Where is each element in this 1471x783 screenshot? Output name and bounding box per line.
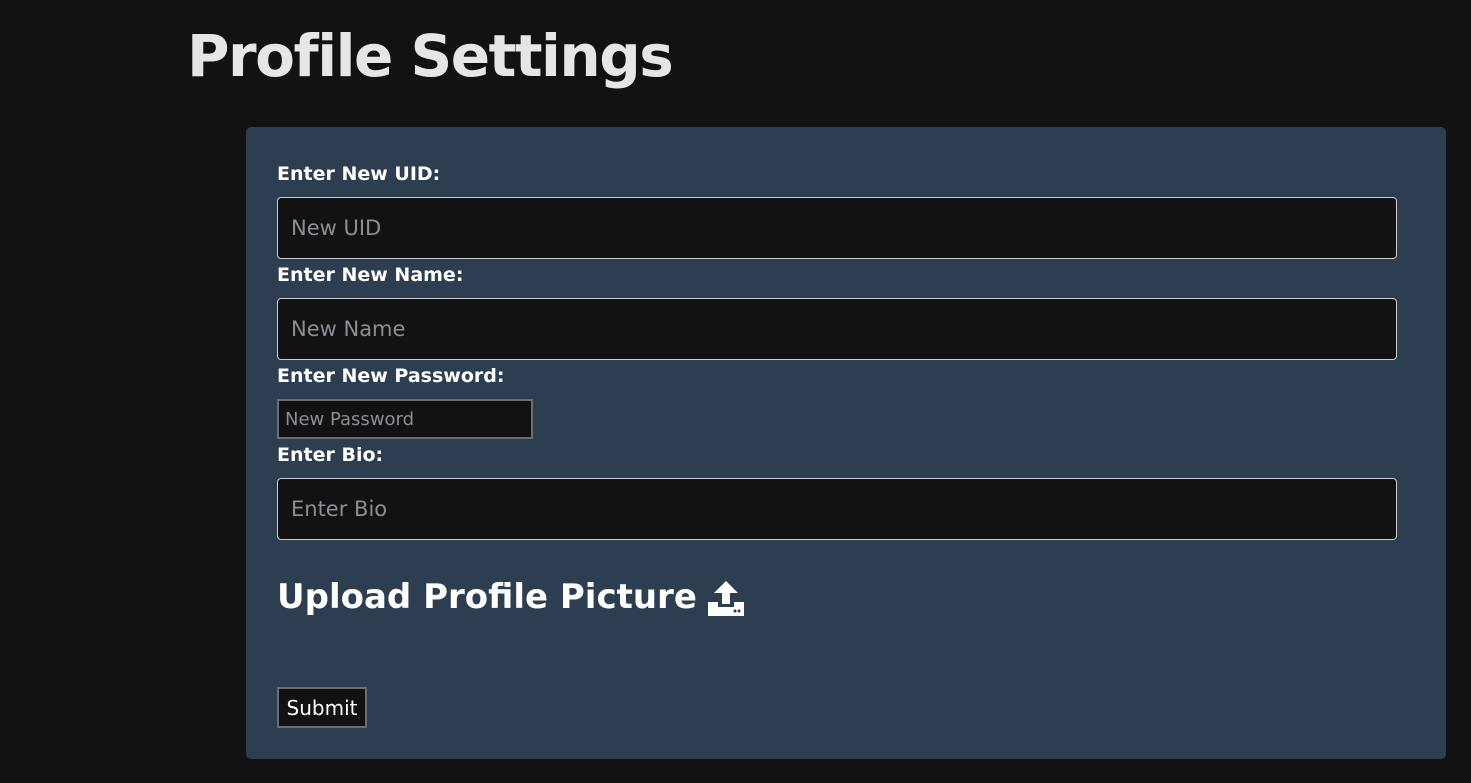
uid-input[interactable] xyxy=(277,197,1397,259)
profile-settings-form: Enter New UID: Enter New Name: Enter New… xyxy=(246,127,1446,759)
upload-profile-picture-button[interactable]: Upload Profile Picture xyxy=(277,577,745,618)
upload-label: Upload Profile Picture xyxy=(277,577,697,618)
name-label: Enter New Name: xyxy=(277,264,464,286)
bio-input[interactable] xyxy=(277,478,1397,540)
password-label: Enter New Password: xyxy=(277,365,505,387)
upload-icon xyxy=(707,579,745,617)
page-title: Profile Settings xyxy=(187,22,674,90)
uid-label: Enter New UID: xyxy=(277,163,441,185)
bio-label: Enter Bio: xyxy=(277,444,384,466)
submit-button[interactable]: Submit xyxy=(277,687,367,728)
name-input[interactable] xyxy=(277,298,1397,360)
password-input[interactable] xyxy=(277,399,533,439)
